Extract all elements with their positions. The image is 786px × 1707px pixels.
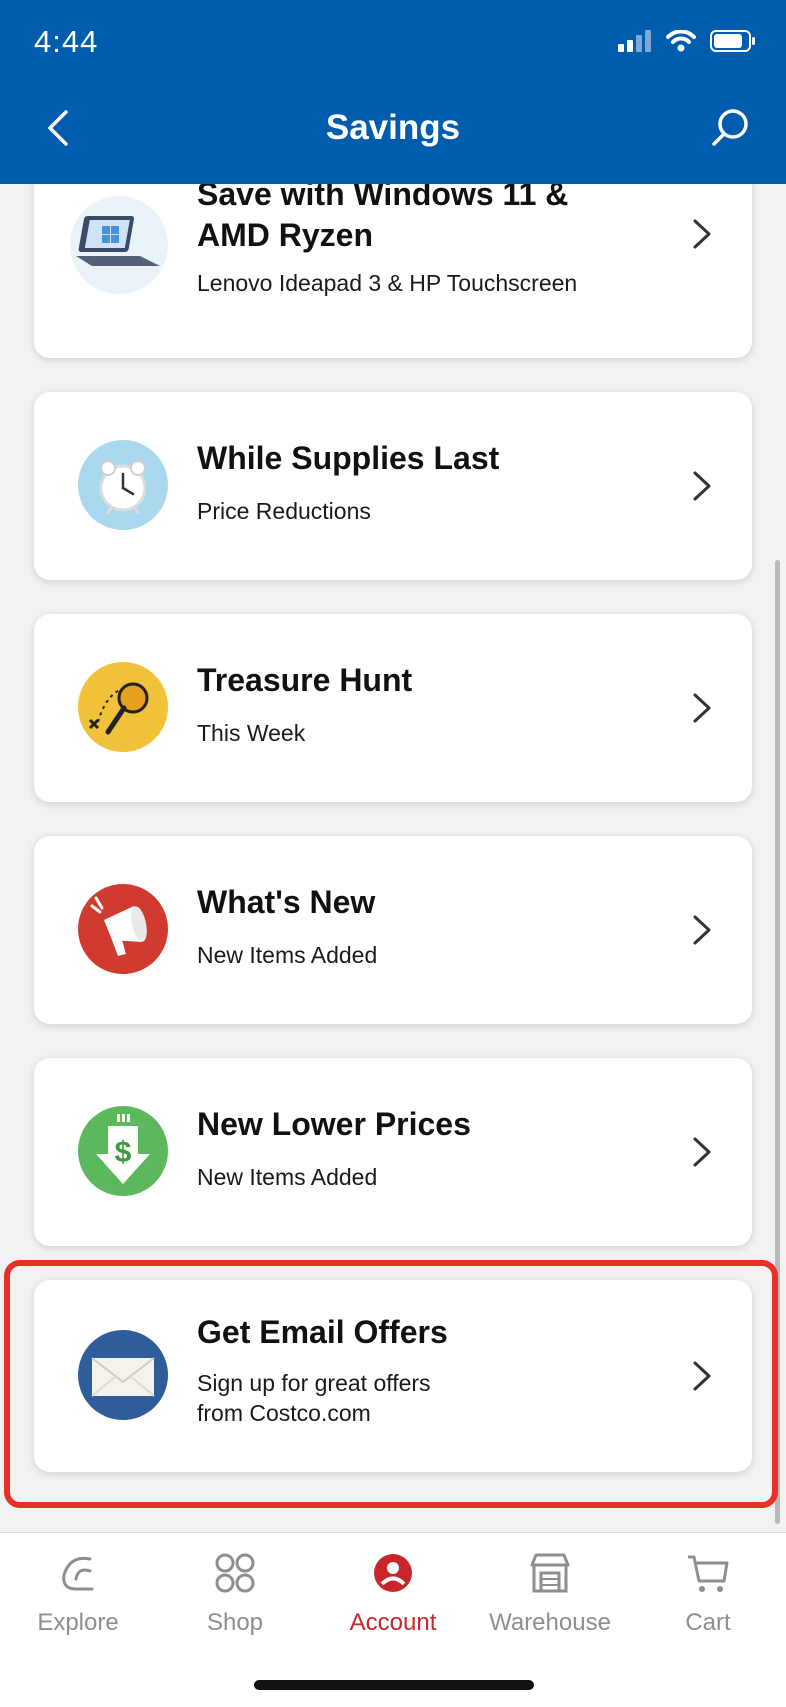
search-icon[interactable] (708, 106, 752, 150)
card-windows-amd[interactable]: Save with Windows 11 & AMD Ryzen Lenovo … (34, 184, 752, 358)
card-whats-new[interactable]: What's New New Items Added (34, 836, 752, 1024)
alarm-clock-icon (78, 440, 168, 530)
chevron-right-icon (693, 1361, 711, 1391)
card-subtitle: This Week (197, 720, 306, 746)
status-icons (618, 30, 756, 52)
app-header: 4:44 Savings (0, 0, 786, 184)
card-subtitle-line2: from Costco.com (197, 1400, 371, 1426)
status-time: 4:44 (34, 24, 99, 59)
cart-icon (688, 1555, 729, 1592)
card-subtitle: Sign up for great offers (197, 1370, 431, 1396)
tab-explore[interactable]: Explore (8, 1551, 148, 1637)
envelope-icon (78, 1330, 168, 1420)
dollar-down-arrow-icon: $ (78, 1106, 168, 1196)
svg-text:$: $ (115, 1136, 132, 1169)
home-indicator[interactable] (254, 1680, 534, 1690)
card-title-line2: AMD Ryzen (197, 217, 374, 253)
savings-list: Save with Windows 11 & AMD Ryzen Lenovo … (0, 184, 786, 1532)
tab-label: Account (349, 1609, 437, 1636)
card-title: Save with Windows 11 & (197, 184, 569, 212)
tab-label: Shop (206, 1609, 264, 1636)
signal-icon (618, 30, 651, 52)
tab-label: Warehouse (489, 1609, 611, 1636)
explore-icon (62, 1556, 94, 1591)
card-subtitle: New Items Added (197, 1164, 378, 1190)
card-title: While Supplies Last (197, 440, 500, 476)
chevron-right-icon (693, 693, 711, 723)
card-title: Treasure Hunt (197, 662, 413, 698)
card-title: New Lower Prices (197, 1106, 471, 1142)
tab-cart[interactable]: Cart (638, 1551, 778, 1637)
shop-grid-icon (215, 1553, 255, 1593)
tab-account[interactable]: Account (323, 1551, 463, 1637)
tab-shop[interactable]: Shop (165, 1551, 305, 1637)
wifi-icon (666, 30, 696, 52)
battery-icon (710, 30, 755, 52)
card-while-supplies-last[interactable]: While Supplies Last Price Reductions (34, 392, 752, 580)
tab-warehouse[interactable]: Warehouse (480, 1551, 620, 1637)
account-icon (374, 1554, 412, 1592)
chevron-right-icon (693, 219, 711, 249)
card-subtitle: Lenovo Ideapad 3 & HP Touchscreen (197, 270, 578, 296)
card-get-email-offers[interactable]: Get Email Offers Sign up for great offer… (34, 1280, 752, 1472)
card-title: What's New (197, 884, 376, 920)
chevron-right-icon (693, 471, 711, 501)
tab-label: Cart (685, 1609, 731, 1636)
card-title: Get Email Offers (197, 1314, 448, 1350)
card-subtitle: Price Reductions (197, 498, 371, 524)
laptop-icon (70, 196, 168, 294)
megaphone-icon (78, 884, 168, 974)
card-treasure-hunt[interactable]: Treasure Hunt This Week (34, 614, 752, 802)
chevron-right-icon (693, 1137, 711, 1167)
scrollbar[interactable] (775, 560, 780, 1524)
card-new-lower-prices[interactable]: $ New Lower Prices New Items Added (34, 1058, 752, 1246)
warehouse-icon (530, 1553, 570, 1593)
card-subtitle: New Items Added (197, 942, 378, 968)
magnifier-map-icon (78, 662, 168, 752)
tab-label: Explore (37, 1609, 119, 1636)
page-title: Savings (325, 108, 461, 147)
chevron-right-icon (693, 915, 711, 945)
